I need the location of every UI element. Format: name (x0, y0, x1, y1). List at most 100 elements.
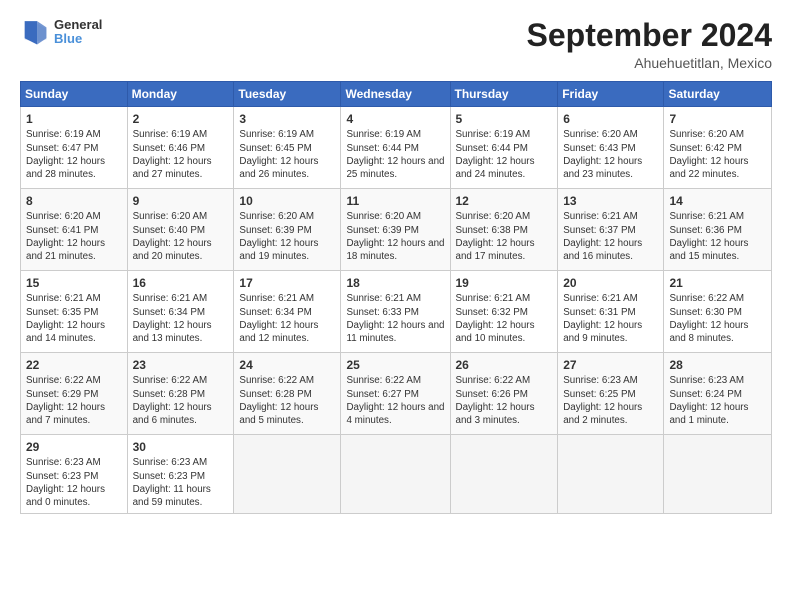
table-row: 25Sunrise: 6:22 AMSunset: 6:27 PMDayligh… (341, 353, 450, 435)
table-row: 13Sunrise: 6:21 AMSunset: 6:37 PMDayligh… (558, 189, 664, 271)
table-row: 10Sunrise: 6:20 AMSunset: 6:39 PMDayligh… (234, 189, 341, 271)
table-row: 11Sunrise: 6:20 AMSunset: 6:39 PMDayligh… (341, 189, 450, 271)
day-number: 20 (563, 275, 658, 291)
day-number: 16 (133, 275, 229, 291)
day-info: Sunrise: 6:21 AMSunset: 6:34 PMDaylight:… (239, 292, 335, 345)
day-number: 5 (456, 111, 553, 127)
col-tuesday: Tuesday (234, 82, 341, 107)
table-row: 2Sunrise: 6:19 AMSunset: 6:46 PMDaylight… (127, 107, 234, 189)
table-row: 24Sunrise: 6:22 AMSunset: 6:28 PMDayligh… (234, 353, 341, 435)
day-info: Sunrise: 6:22 AMSunset: 6:30 PMDaylight:… (669, 292, 766, 345)
table-row: 16Sunrise: 6:21 AMSunset: 6:34 PMDayligh… (127, 271, 234, 353)
header: General Blue September 2024 Ahuehuetitla… (20, 18, 772, 71)
table-row: 6Sunrise: 6:20 AMSunset: 6:43 PMDaylight… (558, 107, 664, 189)
calendar-week-row: 1Sunrise: 6:19 AMSunset: 6:47 PMDaylight… (21, 107, 772, 189)
day-number: 17 (239, 275, 335, 291)
day-number: 8 (26, 193, 122, 209)
day-number: 27 (563, 357, 658, 373)
title-block: September 2024 Ahuehuetitlan, Mexico (527, 18, 772, 71)
day-number: 24 (239, 357, 335, 373)
day-number: 1 (26, 111, 122, 127)
table-row: 21Sunrise: 6:22 AMSunset: 6:30 PMDayligh… (664, 271, 772, 353)
day-info: Sunrise: 6:20 AMSunset: 6:41 PMDaylight:… (26, 210, 122, 263)
day-info: Sunrise: 6:21 AMSunset: 6:31 PMDaylight:… (563, 292, 658, 345)
table-row (450, 435, 558, 514)
day-info: Sunrise: 6:21 AMSunset: 6:36 PMDaylight:… (669, 210, 766, 263)
calendar-week-row: 29Sunrise: 6:23 AMSunset: 6:23 PMDayligh… (21, 435, 772, 514)
table-row: 1Sunrise: 6:19 AMSunset: 6:47 PMDaylight… (21, 107, 128, 189)
day-number: 21 (669, 275, 766, 291)
table-row: 8Sunrise: 6:20 AMSunset: 6:41 PMDaylight… (21, 189, 128, 271)
day-number: 4 (346, 111, 444, 127)
table-row: 30Sunrise: 6:23 AMSunset: 6:23 PMDayligh… (127, 435, 234, 514)
day-number: 25 (346, 357, 444, 373)
table-row (664, 435, 772, 514)
table-row (234, 435, 341, 514)
day-number: 7 (669, 111, 766, 127)
logo-icon (20, 18, 48, 46)
day-number: 13 (563, 193, 658, 209)
day-info: Sunrise: 6:21 AMSunset: 6:37 PMDaylight:… (563, 210, 658, 263)
day-number: 2 (133, 111, 229, 127)
col-wednesday: Wednesday (341, 82, 450, 107)
day-info: Sunrise: 6:19 AMSunset: 6:44 PMDaylight:… (456, 128, 553, 181)
logo: General Blue (20, 18, 102, 47)
day-info: Sunrise: 6:21 AMSunset: 6:32 PMDaylight:… (456, 292, 553, 345)
day-info: Sunrise: 6:20 AMSunset: 6:40 PMDaylight:… (133, 210, 229, 263)
table-row: 27Sunrise: 6:23 AMSunset: 6:25 PMDayligh… (558, 353, 664, 435)
table-row: 4Sunrise: 6:19 AMSunset: 6:44 PMDaylight… (341, 107, 450, 189)
day-number: 30 (133, 439, 229, 455)
day-info: Sunrise: 6:21 AMSunset: 6:33 PMDaylight:… (346, 292, 444, 345)
day-info: Sunrise: 6:22 AMSunset: 6:26 PMDaylight:… (456, 374, 553, 427)
table-row: 9Sunrise: 6:20 AMSunset: 6:40 PMDaylight… (127, 189, 234, 271)
calendar-week-row: 22Sunrise: 6:22 AMSunset: 6:29 PMDayligh… (21, 353, 772, 435)
logo-text: General Blue (54, 18, 102, 47)
table-row: 5Sunrise: 6:19 AMSunset: 6:44 PMDaylight… (450, 107, 558, 189)
logo-line1: General (54, 18, 102, 32)
day-number: 23 (133, 357, 229, 373)
day-number: 11 (346, 193, 444, 209)
table-row: 14Sunrise: 6:21 AMSunset: 6:36 PMDayligh… (664, 189, 772, 271)
month-title: September 2024 (527, 18, 772, 53)
table-row (558, 435, 664, 514)
table-row: 18Sunrise: 6:21 AMSunset: 6:33 PMDayligh… (341, 271, 450, 353)
day-info: Sunrise: 6:21 AMSunset: 6:34 PMDaylight:… (133, 292, 229, 345)
col-sunday: Sunday (21, 82, 128, 107)
day-info: Sunrise: 6:19 AMSunset: 6:44 PMDaylight:… (346, 128, 444, 181)
day-number: 26 (456, 357, 553, 373)
day-info: Sunrise: 6:22 AMSunset: 6:28 PMDaylight:… (239, 374, 335, 427)
day-info: Sunrise: 6:20 AMSunset: 6:39 PMDaylight:… (239, 210, 335, 263)
day-info: Sunrise: 6:22 AMSunset: 6:28 PMDaylight:… (133, 374, 229, 427)
calendar-header-row: Sunday Monday Tuesday Wednesday Thursday… (21, 82, 772, 107)
logo-line2: Blue (54, 32, 102, 46)
day-number: 28 (669, 357, 766, 373)
table-row: 29Sunrise: 6:23 AMSunset: 6:23 PMDayligh… (21, 435, 128, 514)
day-info: Sunrise: 6:21 AMSunset: 6:35 PMDaylight:… (26, 292, 122, 345)
table-row: 12Sunrise: 6:20 AMSunset: 6:38 PMDayligh… (450, 189, 558, 271)
day-info: Sunrise: 6:20 AMSunset: 6:38 PMDaylight:… (456, 210, 553, 263)
day-info: Sunrise: 6:23 AMSunset: 6:24 PMDaylight:… (669, 374, 766, 427)
day-number: 3 (239, 111, 335, 127)
day-info: Sunrise: 6:20 AMSunset: 6:42 PMDaylight:… (669, 128, 766, 181)
calendar-week-row: 15Sunrise: 6:21 AMSunset: 6:35 PMDayligh… (21, 271, 772, 353)
page: General Blue September 2024 Ahuehuetitla… (0, 0, 792, 612)
calendar-week-row: 8Sunrise: 6:20 AMSunset: 6:41 PMDaylight… (21, 189, 772, 271)
day-info: Sunrise: 6:23 AMSunset: 6:23 PMDaylight:… (133, 456, 229, 509)
table-row: 3Sunrise: 6:19 AMSunset: 6:45 PMDaylight… (234, 107, 341, 189)
calendar-table: Sunday Monday Tuesday Wednesday Thursday… (20, 81, 772, 514)
col-saturday: Saturday (664, 82, 772, 107)
day-info: Sunrise: 6:23 AMSunset: 6:25 PMDaylight:… (563, 374, 658, 427)
table-row: 17Sunrise: 6:21 AMSunset: 6:34 PMDayligh… (234, 271, 341, 353)
table-row: 26Sunrise: 6:22 AMSunset: 6:26 PMDayligh… (450, 353, 558, 435)
table-row: 19Sunrise: 6:21 AMSunset: 6:32 PMDayligh… (450, 271, 558, 353)
day-number: 14 (669, 193, 766, 209)
table-row: 7Sunrise: 6:20 AMSunset: 6:42 PMDaylight… (664, 107, 772, 189)
col-monday: Monday (127, 82, 234, 107)
day-info: Sunrise: 6:20 AMSunset: 6:43 PMDaylight:… (563, 128, 658, 181)
table-row (341, 435, 450, 514)
location-subtitle: Ahuehuetitlan, Mexico (527, 55, 772, 71)
table-row: 20Sunrise: 6:21 AMSunset: 6:31 PMDayligh… (558, 271, 664, 353)
day-number: 12 (456, 193, 553, 209)
day-info: Sunrise: 6:20 AMSunset: 6:39 PMDaylight:… (346, 210, 444, 263)
day-info: Sunrise: 6:19 AMSunset: 6:47 PMDaylight:… (26, 128, 122, 181)
